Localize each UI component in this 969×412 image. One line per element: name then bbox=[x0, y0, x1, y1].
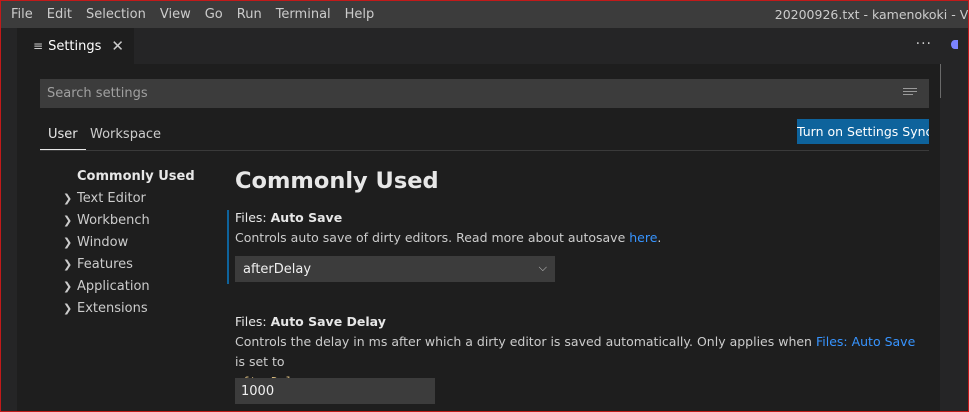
setting-title: Files: Auto Save bbox=[235, 210, 942, 225]
menu-file[interactable]: File bbox=[4, 1, 40, 28]
close-icon[interactable]: ✕ bbox=[111, 37, 124, 55]
toc-item-window[interactable]: ❯ Window bbox=[63, 232, 223, 254]
desc-text: Controls the delay in ms after which a d… bbox=[235, 334, 816, 349]
setting-category: Files: bbox=[235, 210, 271, 225]
toc-item-extensions[interactable]: ❯ Extensions bbox=[63, 298, 223, 320]
desc-text: . bbox=[657, 230, 662, 245]
clear-filter-icon[interactable] bbox=[903, 88, 917, 99]
select-value: afterDelay bbox=[243, 261, 312, 277]
extension-icon[interactable] bbox=[951, 40, 958, 49]
more-actions-icon[interactable]: ··· bbox=[916, 36, 932, 52]
chevron-right-icon: ❯ bbox=[63, 258, 73, 271]
toc-item-text-editor[interactable]: ❯ Text Editor bbox=[63, 188, 223, 210]
chevron-right-icon: ❯ bbox=[63, 214, 73, 227]
auto-save-select[interactable]: afterDelay ⌵ bbox=[235, 256, 555, 282]
toc-item-workbench[interactable]: ❯ Workbench bbox=[63, 210, 223, 232]
toc-item-label: Extensions bbox=[77, 301, 148, 316]
setting-auto-save: Files: Auto Save Controls auto save of d… bbox=[227, 210, 942, 284]
toc-item-application[interactable]: ❯ Application bbox=[63, 276, 223, 298]
toc-item-features[interactable]: ❯ Features bbox=[63, 254, 223, 276]
toc-item-label: Window bbox=[77, 235, 129, 250]
toc-item-label: Workbench bbox=[77, 213, 150, 228]
setting-key: Auto Save Delay bbox=[270, 314, 386, 329]
edge-marker bbox=[1, 94, 5, 104]
setting-title: Files: Auto Save Delay bbox=[235, 314, 942, 329]
menu-view[interactable]: View bbox=[153, 1, 198, 28]
toc-item-label: Features bbox=[77, 257, 133, 272]
chevron-right-icon: ❯ bbox=[63, 192, 73, 205]
desc-text: Controls auto save of dirty editors. Rea… bbox=[235, 230, 630, 245]
toc-item-label: Application bbox=[77, 279, 150, 294]
section-title: Commonly Used bbox=[235, 168, 439, 194]
chevron-right-icon: ❯ bbox=[63, 236, 73, 249]
tab-settings[interactable]: ≡ Settings ✕ bbox=[17, 28, 134, 64]
window-frame: File Edit Selection View Go Run Terminal… bbox=[0, 0, 969, 412]
tab-workspace[interactable]: Workspace bbox=[90, 119, 161, 150]
autosave-help-link[interactable]: here bbox=[629, 230, 657, 245]
chevron-down-icon: ⌵ bbox=[538, 261, 547, 274]
setting-key: Auto Save bbox=[270, 210, 343, 225]
editor-tab-bar: ≡ Settings ✕ ··· bbox=[17, 28, 942, 64]
chevron-right-icon: ❯ bbox=[63, 280, 73, 293]
activity-bar bbox=[1, 28, 17, 411]
title-bar: File Edit Selection View Go Run Terminal… bbox=[1, 1, 969, 28]
window-title: 20200926.txt - kamenokoki - Vis bbox=[774, 7, 969, 22]
tab-user[interactable]: User bbox=[40, 119, 86, 150]
menu-selection[interactable]: Selection bbox=[79, 1, 153, 28]
settings-toc: Commonly Used ❯ Text Editor ❯ Workbench … bbox=[63, 166, 223, 320]
search-box bbox=[40, 79, 929, 108]
search-input[interactable] bbox=[47, 86, 867, 101]
right-panel-strip bbox=[940, 28, 968, 411]
menu-terminal[interactable]: Terminal bbox=[269, 1, 338, 28]
toc-item-label: Text Editor bbox=[77, 191, 146, 206]
setting-auto-save-delay: Files: Auto Save Delay Controls the dela… bbox=[227, 314, 942, 409]
list-icon: ≡ bbox=[33, 39, 44, 53]
auto-save-delay-input[interactable] bbox=[235, 378, 435, 404]
setting-category: Files: bbox=[235, 314, 271, 329]
toc-item-label: Commonly Used bbox=[77, 169, 195, 184]
menu-go[interactable]: Go bbox=[198, 1, 230, 28]
tab-label: Settings bbox=[48, 38, 102, 54]
chevron-right-icon: ❯ bbox=[63, 302, 73, 315]
files-auto-save-link[interactable]: Files: Auto Save bbox=[816, 334, 915, 349]
setting-description: Controls auto save of dirty editors. Rea… bbox=[235, 228, 942, 248]
desc-text: is set to bbox=[235, 354, 285, 369]
scope-tabs: User Workspace bbox=[40, 119, 929, 151]
menu-edit[interactable]: Edit bbox=[40, 1, 79, 28]
menu-run[interactable]: Run bbox=[230, 1, 269, 28]
menu-help[interactable]: Help bbox=[338, 1, 382, 28]
turn-on-settings-sync-button[interactable]: Turn on Settings Sync bbox=[797, 119, 929, 144]
toc-item-commonly-used[interactable]: Commonly Used bbox=[63, 166, 223, 188]
menu-bar: File Edit Selection View Go Run Terminal… bbox=[1, 1, 381, 28]
